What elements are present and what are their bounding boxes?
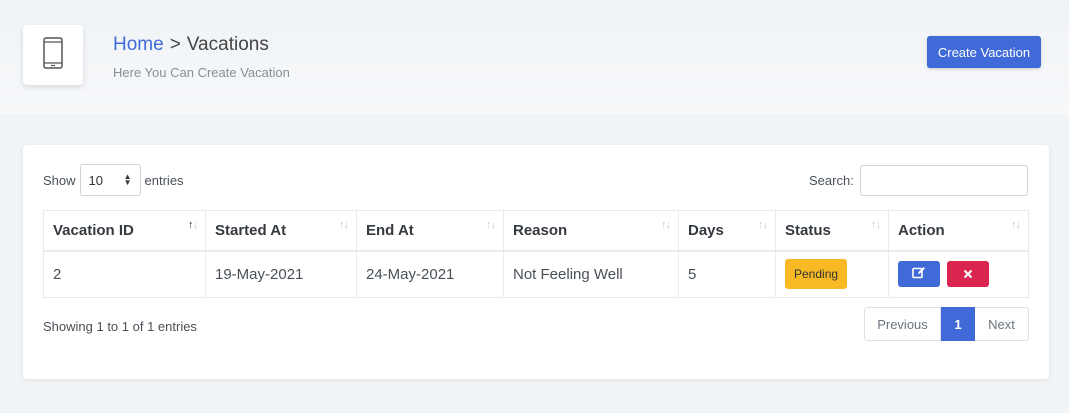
delete-button[interactable] [947,261,990,288]
column-header-vacation-id[interactable]: Vacation ID ↑↓ [43,210,206,252]
entries-label: entries [144,172,184,188]
search-control: Search: [809,165,1028,196]
column-header-end-at[interactable]: End At ↑↓ [356,210,504,252]
cell-status: Pending [775,250,889,298]
show-label: Show [43,172,76,188]
sort-icon: ↑↓ [758,219,768,231]
cell-vacation-id: 2 [43,250,206,298]
cell-reason: Not Feeling Well [503,250,679,298]
close-icon [963,267,973,282]
table-info: Showing 1 to 1 of 1 entries [43,319,197,334]
cell-action [888,250,1029,298]
sort-icon: ↑↓ [661,219,671,231]
cell-started-at: 19-May-2021 [205,250,357,298]
cell-days: 5 [678,250,776,298]
breadcrumb-home-link[interactable]: Home [113,34,164,55]
edit-icon [912,266,926,282]
sort-icon: ↑↓ [188,219,198,231]
column-header-action[interactable]: Action ↑↓ [888,210,1029,252]
next-page-button[interactable]: Next [975,307,1029,341]
cell-end-at: 24-May-2021 [356,250,504,298]
breadcrumb-current: Vacations [186,34,269,55]
mobile-phone-icon [43,36,63,74]
page-icon-box [23,25,83,85]
sort-icon: ↑↓ [486,219,496,231]
page-length-control: Show 10 ▲ ▼ entries [43,164,184,196]
table-row: 2 19-May-2021 24-May-2021 Not Feeling We… [43,250,1029,298]
select-caret-icon: ▲ ▼ [123,172,132,187]
sort-icon: ↑↓ [871,219,881,231]
column-header-started-at[interactable]: Started At ↑↓ [205,210,357,252]
create-vacation-button[interactable]: Create Vacation [927,36,1041,68]
vacations-table: Vacation ID ↑↓ Started At ↑↓ End At ↑↓ R… [43,210,1029,298]
pagination: Previous 1 Next [864,307,1029,341]
column-header-reason[interactable]: Reason ↑↓ [503,210,679,252]
sort-icon: ↑↓ [339,219,349,231]
page-length-value: 10 [88,172,103,188]
status-badge: Pending [785,259,848,290]
page-button-current[interactable]: 1 [941,307,975,341]
column-header-status[interactable]: Status ↑↓ [775,210,889,252]
table-header-row: Vacation ID ↑↓ Started At ↑↓ End At ↑↓ R… [43,210,1029,252]
vacations-card: Show 10 ▲ ▼ entries Search: Vacation ID ↑… [23,145,1049,379]
sort-icon: ↑↓ [1011,219,1021,231]
page-subtitle: Here You Can Create Vacation [113,65,290,80]
search-input[interactable] [859,165,1028,196]
edit-button[interactable] [898,261,940,288]
search-label: Search: [809,173,854,188]
breadcrumb: Home > Vacations [113,34,269,56]
previous-page-button[interactable]: Previous [864,307,941,341]
page-header: Home > Vacations Here You Can Create Vacat… [0,0,1069,114]
page-length-select[interactable]: 10 ▲ ▼ [79,164,141,196]
column-header-days[interactable]: Days ↑↓ [678,210,776,252]
breadcrumb-separator: > [169,34,181,55]
